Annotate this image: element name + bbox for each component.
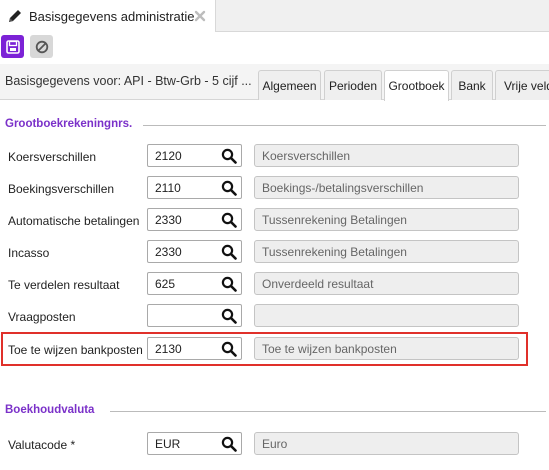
search-icon[interactable] xyxy=(221,244,237,260)
field-label-incasso: Incasso xyxy=(8,246,50,260)
field-label-vraagposten: Vraagposten xyxy=(8,310,76,324)
valutacode-description-field: Euro xyxy=(254,432,519,455)
section-divider xyxy=(110,411,546,412)
search-icon[interactable] xyxy=(221,148,237,164)
code-value: 625 xyxy=(155,277,176,291)
description-value: Boekings-/betalingsverschillen xyxy=(262,181,424,195)
automatische-betalingen-description-field: Tussenrekening Betalingen xyxy=(254,208,519,231)
floppy-disk-icon xyxy=(5,39,20,54)
pencil-icon xyxy=(5,6,25,26)
description-value: Euro xyxy=(262,437,288,451)
description-value: Onverdeeld resultaat xyxy=(262,277,374,291)
field-label-valutacode: Valutacode * xyxy=(8,438,76,452)
tab-grootboek[interactable]: Grootboek xyxy=(384,70,449,101)
save-button[interactable] xyxy=(1,35,24,58)
close-icon[interactable] xyxy=(193,9,207,23)
te-verdelen-resultaat-description-field: Onverdeeld resultaat xyxy=(254,272,519,295)
search-icon[interactable] xyxy=(221,308,237,324)
description-value: Tussenrekening Betalingen xyxy=(262,213,407,227)
code-value: 2330 xyxy=(155,213,182,227)
description-value: Koersverschillen xyxy=(262,149,351,163)
field-label-koersverschillen: Koersverschillen xyxy=(8,150,97,164)
incasso-code-input[interactable]: 2330 xyxy=(147,240,242,263)
code-value: 2330 xyxy=(155,245,182,259)
te-verdelen-resultaat-code-input[interactable]: 625 xyxy=(147,272,242,295)
toolbar xyxy=(0,33,549,60)
koersverschillen-description-field: Koersverschillen xyxy=(254,144,519,167)
highlight-box xyxy=(1,332,528,366)
code-value: 2110 xyxy=(155,181,181,195)
record-header: Basisgegevens voor: API - Btw-Grb - 5 ci… xyxy=(0,64,549,101)
cancel-button[interactable] xyxy=(30,35,53,58)
description-value: Tussenrekening Betalingen xyxy=(262,245,407,259)
search-icon[interactable] xyxy=(221,180,237,196)
tab-vrije-velden[interactable]: Vrije velde xyxy=(495,70,549,100)
section-divider xyxy=(143,125,546,126)
section-title-grootboekrekeningnrs: Grootboekrekeningnrs. xyxy=(5,118,133,130)
valutacode-input[interactable]: EUR xyxy=(147,432,242,455)
vraagposten-code-input[interactable] xyxy=(147,304,242,327)
code-value: EUR xyxy=(155,437,181,451)
field-label-te-verdelen-resultaat: Te verdelen resultaat xyxy=(8,278,120,292)
search-icon[interactable] xyxy=(221,212,237,228)
koersverschillen-code-input[interactable]: 2120 xyxy=(147,144,242,167)
field-label-boekingsverschillen: Boekingsverschillen xyxy=(8,182,115,196)
tab-bank[interactable]: Bank xyxy=(451,70,493,100)
document-tab[interactable]: Basisgegevens administratie xyxy=(0,0,216,32)
document-tab-title: Basisgegevens administratie xyxy=(29,8,195,24)
boekingsverschillen-description-field: Boekings-/betalingsverschillen xyxy=(254,176,519,199)
search-icon[interactable] xyxy=(221,436,237,452)
ban-icon xyxy=(35,40,48,53)
search-icon[interactable] xyxy=(221,276,237,292)
record-heading: Basisgegevens voor: API - Btw-Grb - 5 ci… xyxy=(5,74,252,88)
field-label-automatische-betalingen: Automatische betalingen xyxy=(8,214,140,228)
code-value: 2120 xyxy=(155,149,182,163)
section-title-boekhoudvaluta: Boekhoudvaluta xyxy=(5,404,95,416)
vraagposten-description-field xyxy=(254,304,519,327)
automatische-betalingen-code-input[interactable]: 2330 xyxy=(147,208,242,231)
window-tab-bar: Basisgegevens administratie xyxy=(0,0,549,32)
incasso-description-field: Tussenrekening Betalingen xyxy=(254,240,519,263)
tab-algemeen[interactable]: Algemeen xyxy=(258,70,321,100)
boekingsverschillen-code-input[interactable]: 2110 xyxy=(147,176,242,199)
tab-perioden[interactable]: Perioden xyxy=(324,70,382,100)
